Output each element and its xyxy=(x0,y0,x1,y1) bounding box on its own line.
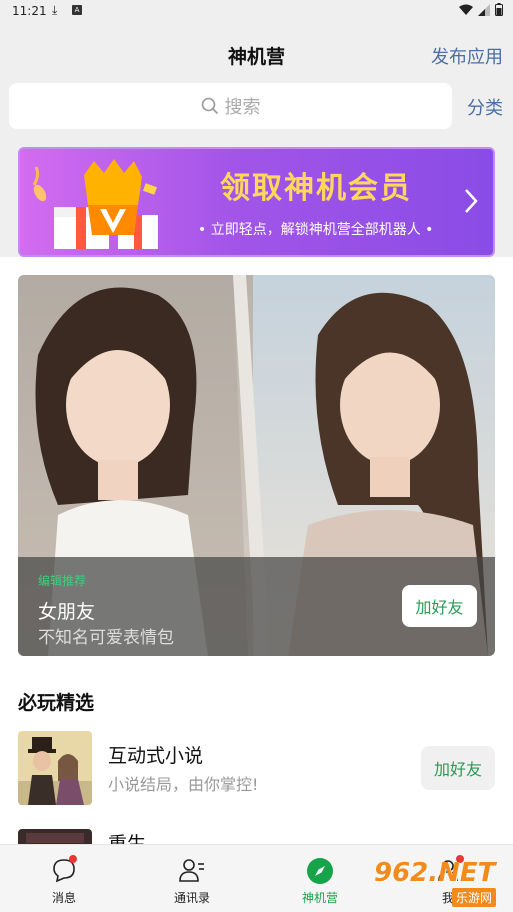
site-watermark: 962.NET 乐游网 xyxy=(374,858,508,908)
item-add-friend-button[interactable]: 加好友 xyxy=(421,746,495,790)
status-time: 11:21 xyxy=(12,4,47,18)
category-button[interactable]: 分类 xyxy=(467,94,503,120)
tab-shenjiying[interactable]: 神机营 xyxy=(256,845,384,912)
tab-label: 消息 xyxy=(51,891,76,905)
watermark-brand: 962.NET xyxy=(374,858,496,888)
item-thumbnail xyxy=(18,829,92,844)
list-item[interactable]: 互动式小说 小说结局，由你掌控! 加好友 xyxy=(18,731,495,806)
item-name: 互动式小说 xyxy=(108,745,204,767)
tab-contacts[interactable]: 通讯录 xyxy=(128,845,256,912)
list-item[interactable]: 重生 xyxy=(18,829,495,844)
vip-banner[interactable]: 领取神机会员 • 立即轻点，解锁神机营全部机器人 • xyxy=(18,147,495,257)
feature-add-friend-button[interactable]: 加好友 xyxy=(402,585,477,627)
feature-bot-description: 不知名可爱表情包 xyxy=(38,628,174,648)
contacts-icon xyxy=(179,859,204,882)
tab-label: 神机营 xyxy=(301,891,338,905)
item-thumbnail xyxy=(18,731,92,805)
header: 神机营 发布应用 搜索 分类 领取神机会员 • 立即轻点，解锁神机营全部机器人 … xyxy=(0,22,513,257)
search-icon xyxy=(201,97,218,115)
notification-icon: A xyxy=(72,5,82,15)
download-icon: ⤓ xyxy=(52,3,58,17)
compass-icon xyxy=(307,858,333,884)
feature-bot-name: 女朋友 xyxy=(38,601,96,623)
unread-badge xyxy=(69,855,77,863)
editor-pick-tag: 编辑推荐 xyxy=(38,574,87,588)
search-input[interactable]: 搜索 xyxy=(9,83,452,129)
wifi-icon xyxy=(459,4,473,15)
featured-bot-card[interactable]: 编辑推荐 女朋友 不知名可爱表情包 加好友 xyxy=(18,275,495,656)
tab-messages[interactable]: 消息 xyxy=(0,845,128,912)
tab-label: 通讯录 xyxy=(173,891,210,905)
search-placeholder: 搜索 xyxy=(224,97,261,118)
publish-app-button[interactable]: 发布应用 xyxy=(431,43,503,69)
crown-gift-icon xyxy=(32,159,158,249)
banner-subtitle: • 立即轻点，解锁神机营全部机器人 • xyxy=(198,222,434,238)
item-name: 重生 xyxy=(108,833,147,844)
status-bar: 11:21 ⤓ A xyxy=(0,0,513,22)
banner-title: 领取神机会员 xyxy=(220,171,412,206)
signal-icon xyxy=(478,3,490,16)
status-indicators xyxy=(459,3,503,16)
section-title: 必玩精选 xyxy=(18,692,95,714)
battery-icon xyxy=(495,3,503,16)
chevron-right-icon xyxy=(465,189,478,213)
item-description: 小说结局，由你掌控! xyxy=(108,775,259,794)
watermark-sub: 乐游网 xyxy=(452,888,497,907)
